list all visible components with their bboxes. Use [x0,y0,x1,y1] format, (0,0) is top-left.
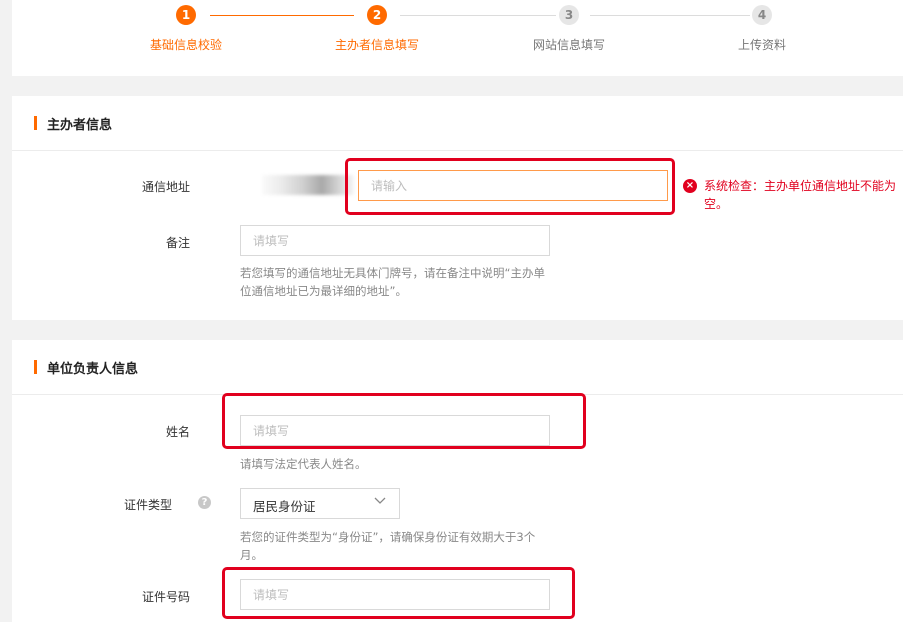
section-accent-bar [34,116,37,130]
id-type-label: 证件类型 [123,498,172,512]
step-1-label: 基础信息校验 [149,38,222,52]
id-number-input[interactable] [240,579,550,610]
id-number-label: 证件号码 [141,590,190,604]
step-4-label: 上传资料 [737,38,786,52]
name-input[interactable] [240,415,550,446]
address-error-message: 系统检查：主办单位通信地址不能为空。 [704,179,897,211]
step-3-number: 3 [559,5,579,25]
person-in-charge-section: 单位负责人信息 姓名 请填写法定代表人姓名。 证件类型 ? 居民身份证 若您的证… [12,340,903,622]
section-accent-bar [34,360,37,374]
section-title: 单位负责人信息 [47,362,139,377]
address-input[interactable] [358,170,668,201]
step-1: 1 基础信息校验 [126,5,246,53]
step-4: 4 上传资料 [702,5,822,53]
question-circle-icon[interactable]: ? [198,496,211,509]
progress-steps: 1 基础信息校验 2 主办者信息填写 3 网站信息填写 4 上传资料 [12,0,903,76]
id-type-hint: 若您的证件类型为“身份证”，请确保身份证有效期大于3个月。 [240,530,536,562]
chevron-down-icon [374,497,386,504]
blurred-address-prefix [262,175,354,195]
remark-hint: 若您填写的通信地址无具体门牌号，请在备注中说明“主办单位通信地址已为最详细的地址… [240,266,545,298]
section-title: 主办者信息 [47,118,113,133]
x-circle-icon: × [683,179,697,193]
step-3: 3 网站信息填写 [509,5,629,53]
step-3-label: 网站信息填写 [532,38,605,52]
remark-input[interactable] [240,225,550,256]
step-4-number: 4 [752,5,772,25]
name-hint: 请填写法定代表人姓名。 [240,457,367,471]
step-1-number: 1 [176,5,196,25]
id-type-select[interactable]: 居民身份证 [240,488,400,519]
name-label: 姓名 [165,425,190,439]
sponsor-info-section: 主办者信息 通信地址 × 系统检查：主办单位通信地址不能为空。 备注 若您填写的… [12,96,903,320]
section-header: 单位负责人信息 [12,340,903,395]
step-2-number: 2 [367,5,387,25]
id-type-selected-value: 居民身份证 [253,499,316,514]
section-header: 主办者信息 [12,96,903,151]
step-2: 2 主办者信息填写 [317,5,437,53]
address-label: 通信地址 [141,180,190,194]
step-2-label: 主办者信息填写 [334,38,419,52]
remark-label: 备注 [165,236,190,250]
